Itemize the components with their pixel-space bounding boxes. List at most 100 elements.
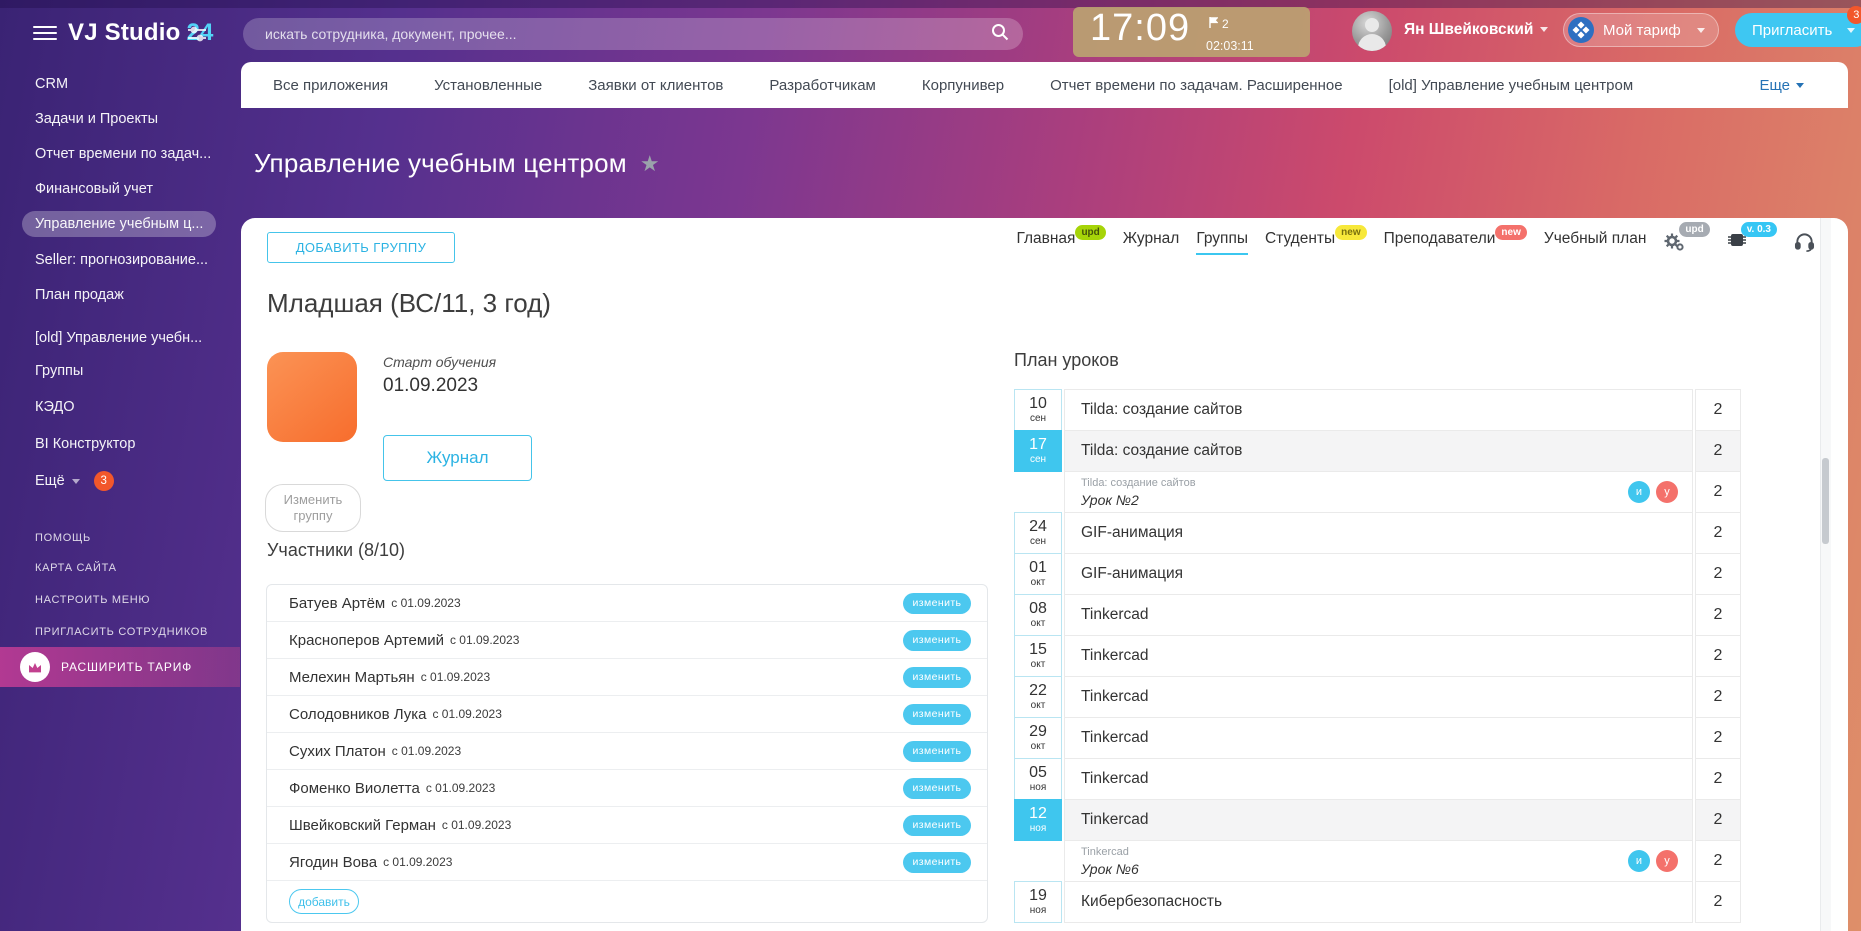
lesson-date-cell[interactable]: 19ноя [1014, 881, 1062, 923]
lesson-plan-table: 10сен Tilda: создание сайтов 2 17сен Til… [1014, 390, 1741, 923]
member-edit-button[interactable]: изменить [903, 778, 971, 799]
tab-journal[interactable]: Журнал [1123, 230, 1180, 253]
upgrade-plan-button[interactable]: РАСШИРИТЬ ТАРИФ [0, 647, 240, 687]
sidebar-item-seller[interactable]: Seller: прогнозирование... [35, 252, 208, 268]
sidebar-item-kedo[interactable]: КЭДО [35, 399, 75, 415]
member-edit-button[interactable]: изменить [903, 667, 971, 688]
member-edit-button[interactable]: изменить [903, 815, 971, 836]
lesson-delete-icon[interactable]: у [1656, 850, 1678, 872]
lesson-date-cell[interactable]: 15окт [1014, 635, 1062, 677]
lesson-title-cell[interactable]: GIF-анимация [1064, 553, 1693, 595]
tab-curriculum[interactable]: Учебный план [1544, 230, 1647, 253]
chip-version-icon: v. 0.3 [1727, 230, 1777, 250]
tab-teachers[interactable]: Преподавателиnew [1384, 230, 1527, 253]
settings-gear-icon[interactable]: upd [1663, 230, 1709, 252]
lesson-date-cell[interactable]: 10сен [1014, 389, 1062, 431]
tab-more[interactable]: Еще [1759, 77, 1804, 94]
lesson-edit-icon[interactable]: и [1628, 850, 1650, 872]
tariff-button[interactable]: Мой тариф [1563, 13, 1719, 47]
sidebar-item-more[interactable]: Ещё 3 [35, 471, 114, 491]
lesson-title-cell[interactable]: Tilda: создание сайтов [1064, 430, 1693, 472]
edit-group-button[interactable]: Изменить группу [265, 484, 361, 532]
lesson-title-cell[interactable]: Tinkercad [1064, 799, 1693, 841]
lesson-delete-icon[interactable]: у [1656, 481, 1678, 503]
lesson-date-cell[interactable]: 05ноя [1014, 758, 1062, 800]
journal-button[interactable]: Журнал [383, 435, 532, 481]
sidebar-item-invite-employees[interactable]: ПРИГЛАСИТЬ СОТРУДНИКОВ [35, 626, 208, 638]
lesson-date-cell[interactable]: 12ноя [1014, 799, 1062, 841]
lesson-title-cell[interactable]: Tinkercad [1064, 594, 1693, 636]
lesson-detail-cell[interactable]: Tilda: создание сайтов Урок №2 и у [1064, 471, 1693, 513]
search-input[interactable]: искать сотрудника, документ, прочее... [243, 18, 1023, 50]
tab-old-training-center[interactable]: [old] Управление учебным центром [1389, 77, 1634, 94]
add-group-button[interactable]: ДОБАВИТЬ ГРУППУ [267, 232, 455, 263]
lesson-title-cell[interactable]: Tinkercad [1064, 676, 1693, 718]
user-avatar[interactable] [1352, 11, 1392, 51]
sidebar-item-bi[interactable]: BI Конструктор [35, 436, 135, 452]
sidebar-item-training-center-active[interactable]: Управление учебным ц... [22, 211, 216, 237]
sidebar-item-help[interactable]: ПОМОЩЬ [35, 532, 91, 544]
tab-students[interactable]: Студентыnew [1265, 230, 1367, 253]
member-edit-button[interactable]: изменить [903, 630, 971, 651]
version-badge: v. 0.3 [1741, 222, 1777, 237]
member-name: Ягодин Вова [289, 854, 377, 871]
member-edit-button[interactable]: изменить [903, 852, 971, 873]
member-row: Мелехин Мартьянс 01.09.2023изменить [267, 659, 987, 696]
sidebar-item-time-report[interactable]: Отчет времени по задач... [35, 146, 211, 162]
chevron-down-icon [1697, 28, 1705, 33]
lesson-title-cell[interactable]: Tinkercad [1064, 758, 1693, 800]
favorite-star-icon[interactable]: ★ [640, 151, 660, 177]
lesson-date-cell[interactable]: 29окт [1014, 717, 1062, 759]
sidebar-item-tasks[interactable]: Задачи и Проекты [35, 111, 158, 127]
add-member-button[interactable]: добавить [289, 889, 359, 914]
lesson-title-cell[interactable]: Кибербезопасность [1064, 881, 1693, 923]
tab-installed[interactable]: Установленные [434, 77, 542, 94]
lesson-date-cell[interactable]: 24сен [1014, 512, 1062, 554]
tab-client-requests[interactable]: Заявки от клиентов [588, 77, 723, 94]
search-icon[interactable] [991, 23, 1009, 46]
sidebar-item-configure-menu[interactable]: НАСТРОИТЬ МЕНЮ [35, 594, 150, 606]
lesson-title-cell[interactable]: GIF-анимация [1064, 512, 1693, 554]
lesson-date-cell[interactable]: 17сен [1014, 430, 1062, 472]
lesson-parent-title: Tilda: создание сайтов [1081, 477, 1196, 489]
lesson-title-cell[interactable]: Tinkercad [1064, 635, 1693, 677]
lesson-title-cell[interactable]: Tilda: создание сайтов [1064, 389, 1693, 431]
lesson-date-cell[interactable]: 08окт [1014, 594, 1062, 636]
lesson-row: 24сен GIF-анимация 2 [1014, 512, 1741, 554]
lesson-row: 19ноя Кибербезопасность 2 [1014, 881, 1741, 923]
member-row: Батуев Артёмс 01.09.2023изменить [267, 585, 987, 622]
filter-icon[interactable] [188, 26, 206, 47]
member-edit-button[interactable]: изменить [903, 704, 971, 725]
clock-widget[interactable]: 17:09 2 02:03:11 [1073, 7, 1310, 57]
member-since: с 01.09.2023 [450, 633, 519, 647]
lesson-date-cell[interactable]: 01окт [1014, 553, 1062, 595]
chevron-down-icon [1540, 27, 1548, 32]
sidebar-item-groups[interactable]: Группы [35, 363, 83, 379]
user-menu[interactable]: Ян Швейковский [1404, 21, 1548, 39]
lesson-date-cell[interactable]: 22окт [1014, 676, 1062, 718]
sidebar-item-sitemap[interactable]: КАРТА САЙТА [35, 562, 117, 574]
tab-corp-university[interactable]: Корпунивер [922, 77, 1004, 94]
lesson-edit-icon[interactable]: и [1628, 481, 1650, 503]
member-edit-button[interactable]: изменить [903, 741, 971, 762]
lesson-date-empty [1014, 840, 1062, 882]
sidebar-item-sales-plan[interactable]: План продаж [35, 287, 124, 303]
sidebar-item-crm[interactable]: CRM [35, 76, 68, 92]
tab-all-apps[interactable]: Все приложения [273, 77, 388, 94]
support-headset-icon[interactable] [1794, 232, 1815, 257]
tab-developers[interactable]: Разработчикам [769, 77, 875, 94]
new-badge: new [1335, 225, 1366, 240]
member-name: Батуев Артём [289, 595, 385, 612]
menu-icon[interactable] [33, 26, 57, 42]
sidebar-item-finance[interactable]: Финансовый учет [35, 181, 153, 197]
tab-main[interactable]: Главнаяupd [1016, 230, 1105, 253]
invite-button[interactable]: Пригласить 3 [1735, 13, 1861, 47]
tab-groups-active[interactable]: Группы [1196, 230, 1248, 255]
lesson-detail-cell[interactable]: Tinkercad Урок №6 и у [1064, 840, 1693, 882]
scrollbar-thumb[interactable] [1822, 458, 1829, 544]
sidebar-item-old-training[interactable]: [old] Управление учебн... [35, 330, 202, 346]
lesson-title-cell[interactable]: Tinkercad [1064, 717, 1693, 759]
member-edit-button[interactable]: изменить [903, 593, 971, 614]
tab-time-report-extended[interactable]: Отчет времени по задачам. Расширенное [1050, 77, 1343, 94]
settings-upd-badge: upd [1679, 222, 1709, 237]
